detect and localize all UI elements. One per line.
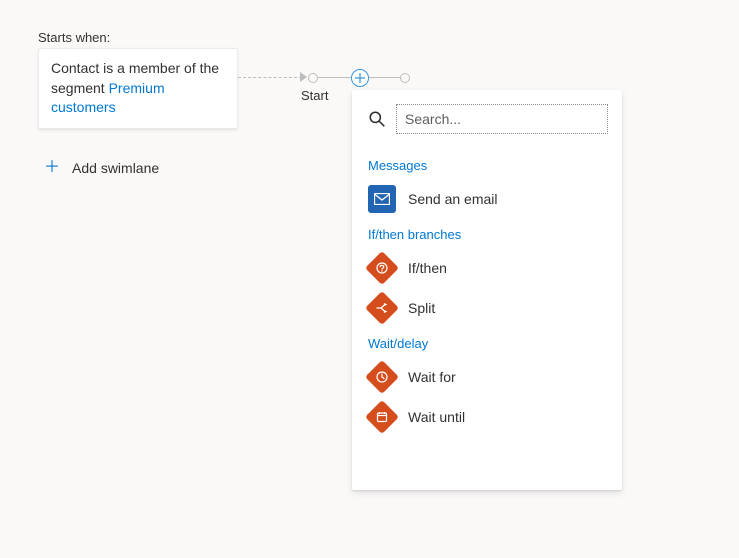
connector-segment <box>318 77 354 78</box>
action-send-email[interactable]: Send an email <box>352 179 622 219</box>
action-split[interactable]: Split <box>352 288 622 328</box>
action-label: If/then <box>408 260 447 276</box>
group-heading-branches: If/then branches <box>352 219 622 248</box>
action-label: Send an email <box>408 191 498 207</box>
plus-icon <box>355 73 365 83</box>
mail-icon <box>368 185 396 213</box>
action-picker-popup: Messages Send an email If/then branches … <box>352 90 622 490</box>
connector-segment <box>369 77 401 78</box>
question-icon <box>368 254 396 282</box>
action-list[interactable]: Messages Send an email If/then branches … <box>352 144 622 482</box>
group-heading-messages: Messages <box>352 150 622 179</box>
end-node[interactable] <box>400 73 410 83</box>
group-heading-wait: Wait/delay <box>352 328 622 357</box>
trigger-card[interactable]: Contact is a member of the segment Premi… <box>38 48 238 129</box>
start-node[interactable] <box>308 73 318 83</box>
arrow-head-icon <box>300 72 307 82</box>
action-label: Split <box>408 300 435 316</box>
split-icon <box>368 294 396 322</box>
add-swimlane-button[interactable]: ＋ Add swimlane <box>44 160 159 176</box>
action-if-then[interactable]: If/then <box>352 248 622 288</box>
starts-when-label: Starts when: <box>38 30 110 45</box>
search-icon <box>366 110 388 128</box>
clock-icon <box>368 363 396 391</box>
search-row <box>352 104 622 144</box>
search-input[interactable] <box>396 104 608 134</box>
action-label: Wait until <box>408 409 465 425</box>
add-swimlane-label: Add swimlane <box>72 160 159 176</box>
action-wait-for[interactable]: Wait for <box>352 357 622 397</box>
dashed-connector <box>238 77 302 78</box>
calendar-icon <box>368 403 396 431</box>
action-label: Wait for <box>408 369 456 385</box>
plus-icon: ＋ <box>44 160 60 176</box>
start-node-label: Start <box>301 88 328 103</box>
flow-connector <box>238 74 412 82</box>
add-step-button[interactable] <box>351 69 369 87</box>
action-wait-until[interactable]: Wait until <box>352 397 622 437</box>
